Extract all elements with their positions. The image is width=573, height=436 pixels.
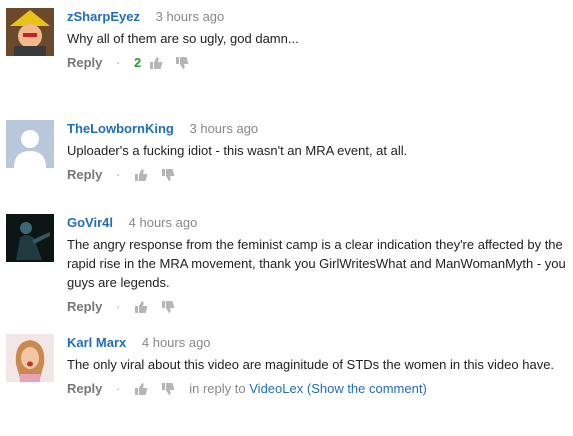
separator: · bbox=[116, 167, 121, 182]
comment-body: zSharpEyez 3 hours ago Why all of them a… bbox=[67, 8, 567, 73]
comment-meta: GoVir4l 4 hours ago bbox=[67, 214, 567, 232]
comment-actions: Reply · 2 bbox=[67, 53, 567, 73]
comment-text: The angry response from the feminist cam… bbox=[67, 237, 566, 290]
author-name[interactable]: GoVir4l bbox=[67, 215, 113, 230]
avatar[interactable] bbox=[6, 8, 54, 56]
separator: · bbox=[116, 381, 121, 396]
comment-text: Uploader's a fucking idiot - this wasn't… bbox=[67, 143, 408, 158]
reply-button[interactable]: Reply bbox=[67, 167, 102, 182]
comment-meta: TheLowbornKing 3 hours ago bbox=[67, 120, 567, 138]
avatar[interactable] bbox=[6, 120, 54, 168]
comment-actions: Reply · bbox=[67, 297, 567, 317]
in-reply-to-label: in reply to bbox=[189, 381, 246, 396]
thumbs-up-icon[interactable] bbox=[149, 56, 163, 70]
thumbs-down-icon[interactable] bbox=[161, 300, 175, 314]
avatar[interactable] bbox=[6, 214, 54, 262]
dark-figure-avatar-icon bbox=[6, 214, 54, 262]
comment-body: TheLowbornKing 3 hours ago Uploader's a … bbox=[67, 120, 567, 185]
thumbs-up-icon[interactable] bbox=[134, 300, 148, 314]
comment-actions: Reply · bbox=[67, 165, 567, 185]
comment-text: Why all of them are so ugly, god damn... bbox=[67, 31, 299, 46]
comment-actions: Reply · in reply to VideoLex (Show the c… bbox=[67, 379, 567, 399]
thumbs-down-icon[interactable] bbox=[161, 382, 175, 396]
reply-button[interactable]: Reply bbox=[67, 299, 102, 314]
thumbs-up-icon[interactable] bbox=[134, 382, 148, 396]
show-comment-link[interactable]: (Show the comment) bbox=[307, 381, 427, 396]
separator: · bbox=[116, 55, 121, 70]
like-count: 2 bbox=[134, 55, 142, 70]
comment-text: The only viral about this video are magi… bbox=[67, 357, 555, 372]
comment-body: Karl Marx 4 hours ago The only viral abo… bbox=[67, 334, 567, 399]
author-name[interactable]: TheLowbornKing bbox=[67, 121, 174, 136]
author-name[interactable]: Karl Marx bbox=[67, 335, 126, 350]
reply-button[interactable]: Reply bbox=[67, 381, 102, 396]
avatar[interactable] bbox=[6, 334, 54, 382]
comment-meta: zSharpEyez 3 hours ago bbox=[67, 8, 567, 26]
woman-photo-avatar-icon bbox=[6, 334, 54, 382]
timestamp: 4 hours ago bbox=[141, 335, 211, 350]
timestamp: 3 hours ago bbox=[155, 9, 225, 24]
comment-meta: Karl Marx 4 hours ago bbox=[67, 334, 567, 352]
default-user-avatar-icon bbox=[6, 120, 54, 168]
cartoon-character-avatar-icon bbox=[6, 8, 54, 56]
timestamp: 4 hours ago bbox=[128, 215, 198, 230]
reply-target-link[interactable]: VideoLex bbox=[249, 381, 303, 396]
comment-body: GoVir4l 4 hours ago The angry response f… bbox=[67, 214, 567, 317]
reply-button[interactable]: Reply bbox=[67, 55, 102, 70]
timestamp: 3 hours ago bbox=[189, 121, 259, 136]
author-name[interactable]: zSharpEyez bbox=[67, 9, 140, 24]
comment-thread: zSharpEyez 3 hours ago Why all of them a… bbox=[0, 0, 573, 436]
separator: · bbox=[116, 299, 121, 314]
thumbs-down-icon[interactable] bbox=[175, 56, 189, 70]
thumbs-up-icon[interactable] bbox=[134, 168, 148, 182]
thumbs-down-icon[interactable] bbox=[161, 168, 175, 182]
